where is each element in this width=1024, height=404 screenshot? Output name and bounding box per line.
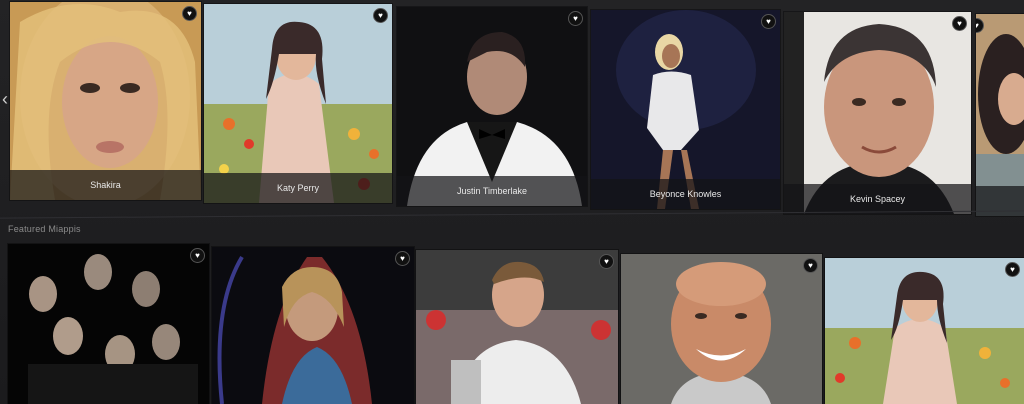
favorite-heart-icon[interactable]: ♥	[952, 16, 967, 31]
celebrity-card-katy-perry[interactable]: ♥ Katy Perry	[204, 4, 392, 203]
previous-arrow-icon[interactable]: ‹	[0, 88, 10, 110]
celebrity-photo	[212, 247, 414, 404]
celebrity-card-footballer[interactable]: ♥	[416, 250, 618, 404]
celebrity-card-justin-timberlake[interactable]: ♥ Justin Timberlake	[397, 7, 587, 206]
card-caption: Kevin Spacey	[784, 184, 971, 214]
favorite-heart-icon[interactable]: ♥	[373, 8, 388, 23]
favorite-heart-icon[interactable]: ♥	[761, 14, 776, 29]
media-gallery: ‹ ♥ Shakira ♥ Katy Perry ♥ Justin Timber…	[0, 0, 1024, 404]
celebrity-photo	[825, 258, 1024, 404]
favorite-heart-icon[interactable]: ♥	[395, 251, 410, 266]
card-caption: Beyonce Knowles	[591, 179, 780, 209]
favorite-heart-icon[interactable]: ♥	[190, 248, 205, 263]
section-divider	[0, 210, 1024, 219]
celebrity-card-kevin-spacey[interactable]: ♥ Kevin Spacey	[784, 12, 971, 214]
favorite-heart-icon[interactable]: ♥	[182, 6, 197, 21]
celebrity-card-katy-perry-2[interactable]: ♥	[825, 258, 1024, 404]
celebrity-card-shakira[interactable]: ♥ Shakira	[10, 2, 201, 200]
celebrity-photo	[416, 250, 618, 404]
celebrity-card-band[interactable]: ♥	[8, 244, 209, 404]
celebrity-card-partial[interactable]: ♥	[976, 14, 1024, 216]
section-title: Featured Miappis	[8, 224, 81, 234]
card-caption: Shakira	[10, 170, 201, 200]
favorite-heart-icon[interactable]: ♥	[568, 11, 583, 26]
card-caption: Justin Timberlake	[397, 176, 587, 206]
celebrity-card-beyonce-knowles[interactable]: ♥ Beyonce Knowles	[591, 10, 780, 209]
celebrity-photo	[8, 244, 209, 404]
favorite-heart-icon[interactable]: ♥	[1005, 262, 1020, 277]
celebrity-card-dj[interactable]: ♥	[212, 247, 414, 404]
favorite-heart-icon[interactable]: ♥	[599, 254, 614, 269]
celebrity-card-surfer[interactable]: ♥	[621, 254, 822, 404]
celebrity-photo	[621, 254, 822, 404]
card-caption: Katy Perry	[204, 173, 392, 203]
favorite-heart-icon[interactable]: ♥	[803, 258, 818, 273]
